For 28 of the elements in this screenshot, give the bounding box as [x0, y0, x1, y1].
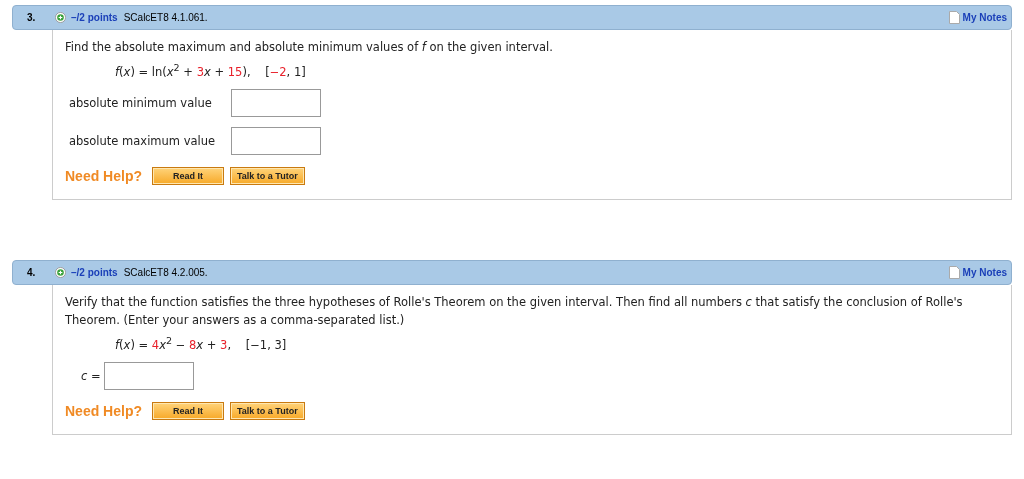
answer-label: absolute minimum value	[68, 95, 213, 110]
points-label: –/2 points	[71, 266, 118, 278]
need-help-label: Need Help?	[65, 402, 142, 419]
answer-field[interactable]	[231, 88, 321, 117]
plus-icon[interactable]	[55, 266, 66, 278]
note-page-icon[interactable]	[948, 265, 960, 279]
question-number: 4.	[27, 266, 37, 278]
need-help-label: Need Help?	[65, 167, 142, 184]
note-page-icon[interactable]	[948, 11, 960, 24]
read-it-button[interactable]: Read It	[152, 166, 224, 185]
answer-field[interactable]	[103, 361, 194, 390]
plus-icon[interactable]	[55, 12, 66, 23]
points-label: –/2 points	[71, 12, 118, 23]
my-notes-link[interactable]: My Notes	[962, 12, 1007, 23]
answer-label: absolute maximum value	[68, 133, 217, 148]
answer-field[interactable]	[231, 126, 321, 155]
tutor-button[interactable]: Talk to a Tutor	[230, 401, 305, 420]
answer-label: c =	[80, 368, 101, 383]
tutor-button[interactable]: Talk to a Tutor	[230, 166, 305, 185]
formula: f(x) = 4x$^{2}$ − 8x + 3, [−1, 3]	[115, 334, 288, 352]
my-notes-link[interactable]: My Notes	[962, 266, 1007, 278]
formula: f(x) = ln(x$^{2}$ + 3x + 15), [−2, 1]	[115, 62, 307, 79]
question-number: 3.	[27, 12, 37, 23]
question-code: SCalcET8 4.2.005.	[123, 266, 208, 278]
question-prompt: Verify that the function satisfies the three hypotheses of Rolle's Theorem on the given interval. Then find all numbers c that satisfy the conclusion of Rolle's Theorem. (Enter your answers as a comma-separated list.)	[65, 293, 964, 329]
question-code: SCalcET8 4.1.061.	[123, 12, 208, 23]
question-prompt: Find the absolute maximum and absolute minimum values of f on the given interval.	[65, 39, 554, 56]
read-it-button[interactable]: Read It	[152, 401, 224, 420]
